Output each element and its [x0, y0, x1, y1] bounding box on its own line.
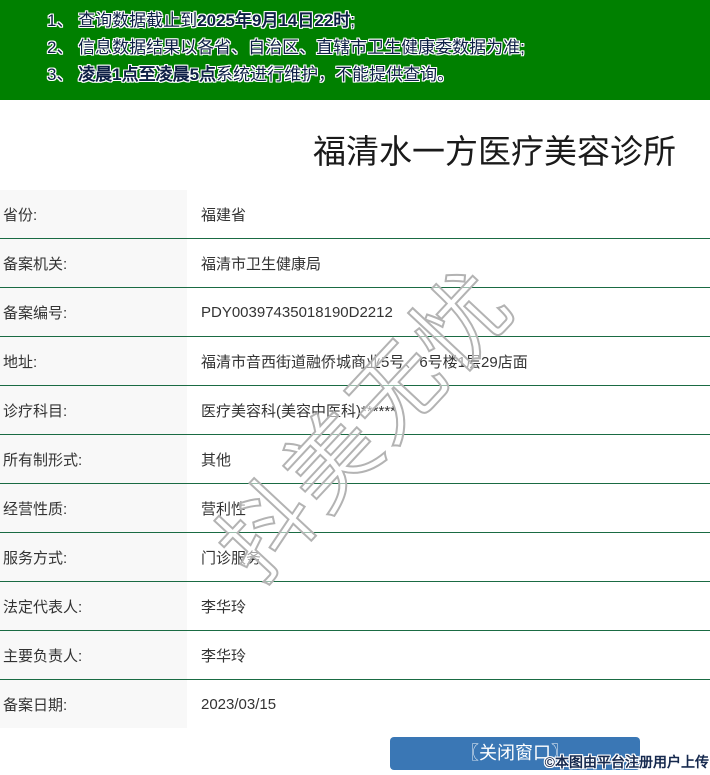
- table-row: 诊疗科目:医疗美容科(美容中医科)******: [0, 386, 710, 435]
- row-value: 其他: [187, 435, 710, 484]
- row-value: 营利性: [187, 484, 710, 533]
- table-row: 备案日期:2023/03/15: [0, 680, 710, 729]
- notice-banner: 1、 查询数据截止到2025年9月14日22时;2、 信息数据结果以各省、自治区…: [0, 0, 710, 100]
- table-row: 备案编号:PDY00397435018190D2212: [0, 288, 710, 337]
- table-row: 所有制形式:其他: [0, 435, 710, 484]
- row-value: 2023/03/15: [187, 680, 710, 729]
- table-row: 主要负责人:李华玲: [0, 631, 710, 680]
- table-row: 地址:福清市音西街道融侨城商业5号、6号楼1层29店面: [0, 337, 710, 386]
- row-label: 备案机关:: [0, 239, 187, 288]
- row-label: 法定代表人:: [0, 582, 187, 631]
- row-value: 福建省: [187, 190, 710, 239]
- row-label: 诊疗科目:: [0, 386, 187, 435]
- row-value: 医疗美容科(美容中医科)******: [187, 386, 710, 435]
- row-label: 所有制形式:: [0, 435, 187, 484]
- row-label: 经营性质:: [0, 484, 187, 533]
- row-value: 福清市音西街道融侨城商业5号、6号楼1层29店面: [187, 337, 710, 386]
- record-table: 省份:福建省备案机关:福清市卫生健康局备案编号:PDY0039743501819…: [0, 190, 710, 728]
- close-window-button[interactable]: 〖关闭窗口〗: [390, 737, 640, 770]
- table-row: 备案机关:福清市卫生健康局: [0, 239, 710, 288]
- notice-item: 2、 信息数据结果以各省、自治区、直辖市卫生健康委数据为准;: [47, 34, 710, 61]
- row-label: 地址:: [0, 337, 187, 386]
- table-row: 法定代表人:李华玲: [0, 582, 710, 631]
- row-value: PDY00397435018190D2212: [187, 288, 710, 337]
- table-row: 经营性质:营利性: [0, 484, 710, 533]
- page-title: 福清水一方医疗美容诊所: [0, 100, 710, 171]
- table-row: 服务方式:门诊服务: [0, 533, 710, 582]
- row-label: 备案编号:: [0, 288, 187, 337]
- notice-list: 1、 查询数据截止到2025年9月14日22时;2、 信息数据结果以各省、自治区…: [0, 7, 710, 88]
- row-label: 主要负责人:: [0, 631, 187, 680]
- table-row: 省份:福建省: [0, 190, 710, 239]
- row-label: 省份:: [0, 190, 187, 239]
- notice-item: 3、 凌晨1点至凌晨5点系统进行维护，不能提供查询。: [47, 61, 710, 88]
- row-value: 李华玲: [187, 582, 710, 631]
- row-label: 服务方式:: [0, 533, 187, 582]
- row-value: 门诊服务: [187, 533, 710, 582]
- row-value: 李华玲: [187, 631, 710, 680]
- row-label: 备案日期:: [0, 680, 187, 729]
- record-table-body: 省份:福建省备案机关:福清市卫生健康局备案编号:PDY0039743501819…: [0, 190, 710, 728]
- row-value: 福清市卫生健康局: [187, 239, 710, 288]
- notice-item: 1、 查询数据截止到2025年9月14日22时;: [47, 7, 710, 34]
